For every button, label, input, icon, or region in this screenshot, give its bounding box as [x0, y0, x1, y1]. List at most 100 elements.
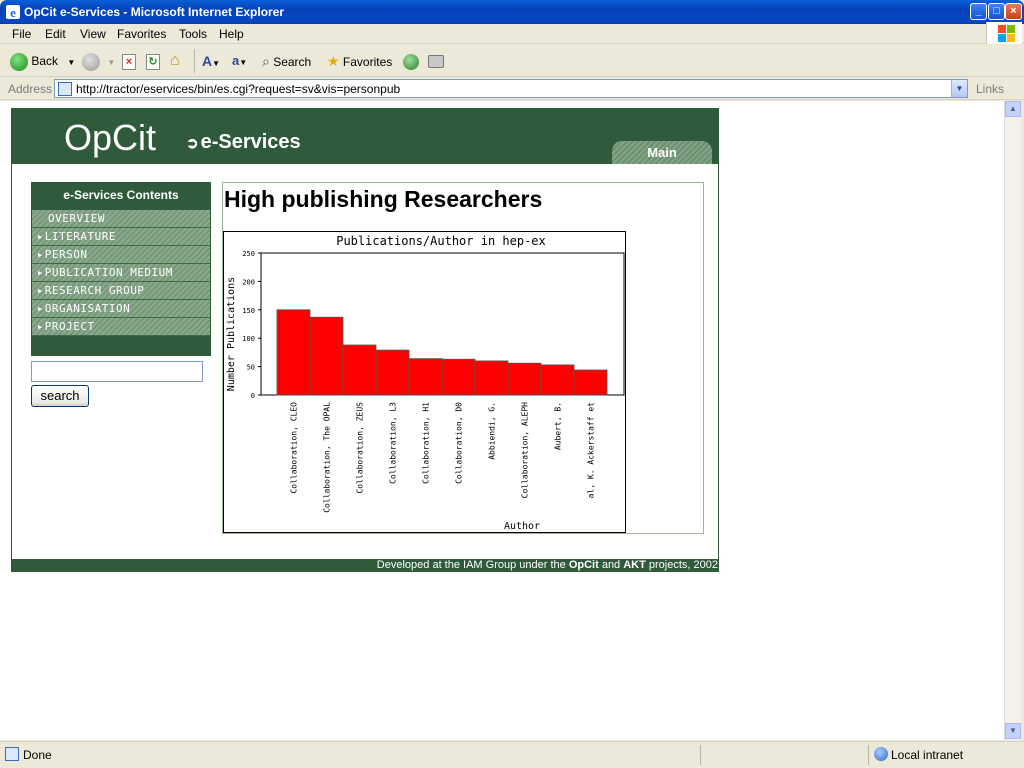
scroll-up-icon[interactable]: ▲ — [1005, 101, 1021, 117]
vertical-scrollbar[interactable]: ▲ ▼ — [1004, 101, 1021, 740]
ie-page-icon — [5, 747, 19, 761]
font-size-button[interactable]: A▼ — [202, 51, 220, 71]
font-icon: A — [202, 53, 213, 69]
status-separator — [868, 745, 869, 765]
sidebar-title: e-Services Contents — [63, 188, 179, 202]
back-button[interactable]: Back ▼ — [10, 51, 75, 71]
arrow-icon: ➲ — [186, 135, 199, 152]
bar — [408, 358, 443, 396]
font-dropdown-icon: ▼ — [212, 59, 221, 68]
search-input[interactable] — [31, 361, 203, 382]
content-panel: High publishing Researchers Publications… — [222, 182, 704, 534]
menu-edit[interactable]: Edit — [45, 27, 66, 41]
refresh-button[interactable]: ↻ — [146, 51, 160, 71]
x-tick-label: Collaboration, CLEO — [290, 402, 299, 494]
back-label: Back — [31, 54, 59, 68]
menu-tools[interactable]: Tools — [179, 27, 207, 41]
triangle-icon: ▶ — [38, 251, 43, 259]
nav-label: Literature — [44, 230, 116, 243]
address-label: Address — [8, 82, 53, 96]
nav-item-research-group[interactable]: ▶ Research Group — [32, 282, 210, 300]
home-button[interactable]: ⌂ — [170, 51, 180, 71]
minimize-button[interactable]: _ — [970, 3, 987, 20]
magnifier-icon: ⌕ — [262, 53, 270, 69]
printer-icon — [428, 55, 444, 69]
nav-label: Publication Medium — [44, 266, 173, 279]
stop-icon: × — [122, 54, 136, 70]
maximize-button[interactable]: □ — [988, 3, 1005, 20]
close-button[interactable]: × — [1005, 3, 1022, 20]
bar — [540, 364, 575, 396]
nav-label: Person — [44, 248, 88, 261]
x-tick-label: Collaboration, H1 — [422, 402, 431, 484]
nav-item-person[interactable]: ▶ Person — [32, 246, 210, 264]
y-tick-label: 150 — [242, 307, 255, 315]
menu-bar: File Edit View Favorites Tools Help — [0, 24, 1024, 44]
nav-item-overview[interactable]: Overview — [32, 210, 210, 228]
links-button[interactable]: Links — [976, 82, 1004, 96]
site-footer: Developed at the IAM Group under the OpC… — [12, 559, 718, 572]
chart-svg: Publications/Author in hep-ex 0 50 100 150 20… — [226, 234, 625, 532]
forward-button[interactable]: ▼ — [82, 51, 115, 71]
security-zone: Local intranet — [891, 748, 964, 762]
bar — [375, 349, 410, 396]
media-button[interactable] — [403, 51, 419, 71]
x-tick-label: Abbiendi, G. — [488, 402, 497, 460]
footer-akt[interactable]: AKT — [623, 559, 646, 571]
bar — [474, 360, 509, 396]
address-dropdown-icon[interactable]: ▼ — [951, 80, 967, 97]
footer-opcit[interactable]: OpCit — [569, 559, 599, 571]
stop-button[interactable]: × — [122, 51, 136, 71]
triangle-icon: ▶ — [38, 233, 43, 241]
menu-view[interactable]: View — [80, 27, 106, 41]
nav-item-project[interactable]: ▶ Project — [32, 318, 210, 336]
y-tick-label: 0 — [251, 392, 255, 400]
nav-label: Overview — [48, 212, 105, 225]
nav-item-organisation[interactable]: ▶ Organisation — [32, 300, 210, 318]
x-tick-label: Collaboration, D0 — [455, 402, 464, 484]
menu-file[interactable]: File — [12, 27, 31, 41]
triangle-icon: ▶ — [38, 305, 43, 313]
x-tick-label: Collaboration, The OPAL — [323, 402, 332, 513]
ie-icon: e — [6, 5, 20, 20]
menu-help[interactable]: Help — [219, 27, 244, 41]
site-subtitle: ➲ e-Services — [186, 131, 301, 154]
status-bar: Done Local intranet — [0, 741, 1024, 768]
forward-dropdown-icon[interactable]: ▼ — [107, 58, 115, 67]
x-tick-label: Collaboration, L3 — [389, 402, 398, 484]
tab-main[interactable]: Main — [612, 141, 712, 164]
nav-label: Project — [44, 320, 95, 333]
nav-item-literature[interactable]: ▶ Literature — [32, 228, 210, 246]
bar — [342, 344, 377, 396]
y-tick-label: 50 — [247, 364, 255, 372]
scroll-down-icon[interactable]: ▼ — [1005, 723, 1021, 739]
site-subtitle-text: e-Services — [200, 131, 301, 153]
nav-label: Organisation — [44, 302, 131, 315]
menu-favorites[interactable]: Favorites — [117, 27, 166, 41]
intranet-globe-icon — [874, 747, 888, 761]
address-input[interactable]: http://tractor/eservices/bin/es.cgi?requ… — [54, 79, 968, 98]
back-dropdown-icon[interactable]: ▼ — [67, 58, 75, 67]
bar-chart: Publications/Author in hep-ex 0 50 100 150 20… — [223, 231, 626, 533]
bar — [276, 309, 311, 396]
y-tick-label: 250 — [242, 250, 255, 258]
x-tick-label: Collaboration, ZEUS — [356, 402, 365, 494]
page-icon — [58, 82, 72, 96]
nav-item-publication-medium[interactable]: ▶ Publication Medium — [32, 264, 210, 282]
refresh-icon: ↻ — [146, 54, 160, 70]
window-title: OpCit e-Services - Microsoft Internet Ex… — [24, 5, 285, 19]
y-tick-label: 200 — [242, 278, 255, 286]
encoding-dropdown-icon: ▼ — [239, 58, 248, 67]
y-tick-label: 100 — [242, 335, 255, 343]
print-button[interactable] — [428, 51, 444, 71]
encoding-button[interactable]: a▼ — [232, 51, 247, 71]
media-icon — [403, 53, 419, 70]
footer-suffix: projects, 2002 — [645, 559, 718, 571]
site-logo: OpCit — [64, 117, 157, 158]
x-tick-label: Aubert, B. — [554, 402, 563, 450]
forward-arrow-icon — [82, 52, 100, 71]
search-toolbar-button[interactable]: ⌕ Search — [262, 51, 311, 71]
search-button[interactable]: search — [31, 385, 89, 407]
favorites-toolbar-button[interactable]: ★ Favorites — [327, 51, 392, 71]
triangle-icon: ▶ — [38, 287, 43, 295]
